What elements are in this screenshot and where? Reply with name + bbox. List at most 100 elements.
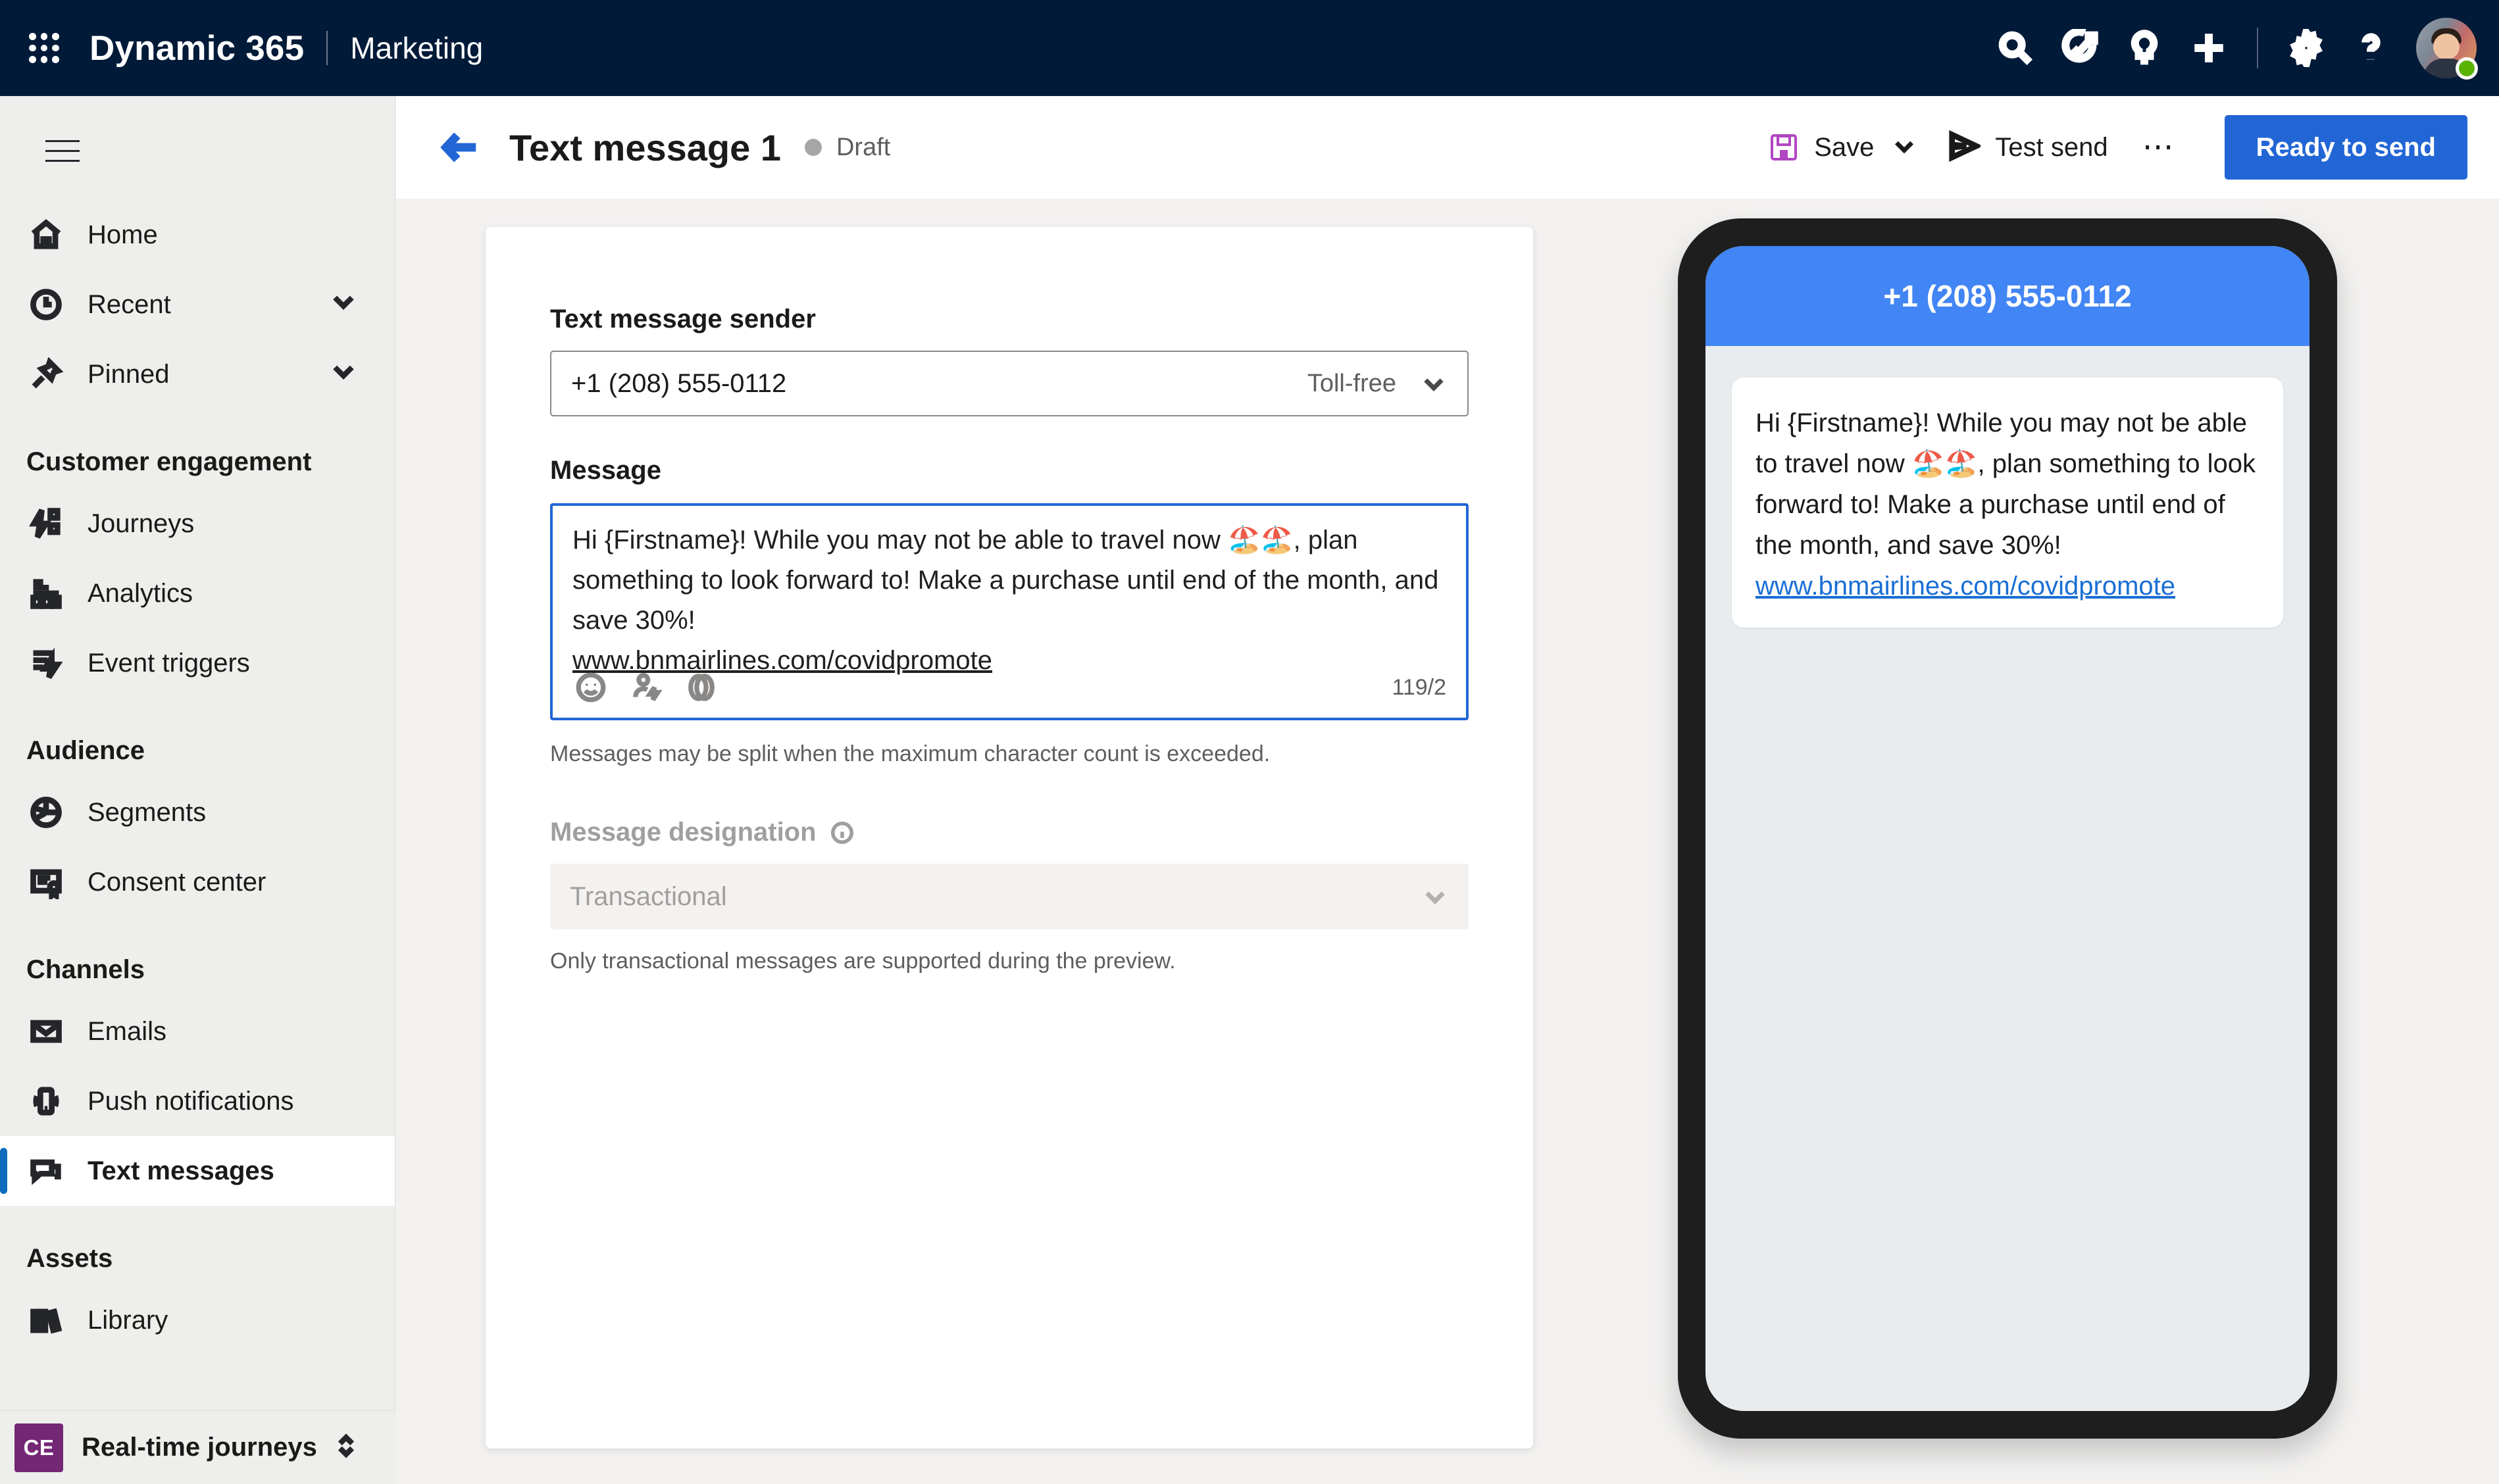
designation-value: Transactional (570, 882, 727, 912)
preview-message-bubble: Hi {Firstname}! While you may not be abl… (1732, 378, 2283, 628)
ce-badge: CE (14, 1423, 63, 1472)
sidebar-item-consent-center[interactable]: Consent center (0, 847, 395, 917)
sidebar-item-label: Event triggers (88, 649, 250, 678)
sidebar-top-items: Home Recent Pinned (0, 200, 395, 409)
message-designation-select: Transactional (550, 864, 1469, 929)
sidebar-toggle-hamburger-icon[interactable] (26, 114, 99, 187)
chevron-down-icon[interactable] (329, 287, 358, 322)
sidebar-item-label: Emails (88, 1017, 166, 1047)
send-plane-icon (1946, 129, 1981, 166)
sidebar-item-label: Recent (88, 290, 171, 320)
sidebar-item-push-notifications[interactable]: Push notifications (0, 1066, 395, 1136)
sidebar-item-emails[interactable]: Emails (0, 997, 395, 1066)
sidebar-item-label: Journeys (88, 509, 194, 539)
gear-icon[interactable] (2274, 16, 2338, 80)
top-nav-actions (1983, 16, 2499, 80)
presence-available-badge (2456, 57, 2478, 80)
link-shorten-icon[interactable] (683, 669, 720, 706)
envelope-icon (26, 1012, 66, 1051)
segments-pie-icon (26, 793, 66, 832)
designation-field-label-row: Message designation (550, 818, 855, 847)
app-launcher-waffle-icon[interactable] (24, 28, 64, 68)
sidebar-item-label: Consent center (88, 868, 266, 897)
sidebar-item-segments[interactable]: Segments (0, 778, 395, 847)
event-triggers-icon (26, 643, 66, 683)
insights-lightbulb-icon[interactable] (2112, 16, 2177, 80)
avatar[interactable] (2416, 18, 2477, 78)
content-area: Text message sender +1 (208) 555-0112 To… (396, 199, 2499, 1484)
ready-to-send-button[interactable]: Ready to send (2225, 115, 2467, 180)
sidebar-item-event-triggers[interactable]: Event triggers (0, 628, 395, 698)
sidebar-item-label: Library (88, 1306, 168, 1335)
preview-sender-number: +1 (208) 555-0112 (1705, 246, 2310, 346)
chevron-down-icon[interactable] (329, 357, 358, 392)
top-nav-divider (2257, 28, 2258, 68)
page-title: Text message 1 (509, 126, 781, 169)
message-split-hint: Messages may be split when the maximum c… (550, 741, 1270, 767)
sidebar-item-home[interactable]: Home (0, 200, 395, 270)
sidebar-item-label: Push notifications (88, 1087, 294, 1116)
journeys-icon (26, 504, 66, 543)
test-send-button[interactable]: Test send (1932, 116, 2122, 179)
chat-bubbles-icon (26, 1151, 66, 1191)
personalization-icon[interactable] (628, 669, 665, 706)
preview-conversation: Hi {Firstname}! While you may not be abl… (1705, 346, 2310, 628)
message-field-label: Message (550, 456, 661, 485)
search-icon[interactable] (1983, 16, 2048, 80)
sender-field-label: Text message sender (550, 305, 816, 334)
test-send-label: Test send (1995, 133, 2108, 162)
consent-certificate-icon (26, 862, 66, 902)
sidebar-item-recent[interactable]: Recent (0, 270, 395, 339)
app-name: Marketing (350, 30, 483, 66)
chevron-down-icon (1421, 883, 1449, 910)
chevron-down-icon[interactable] (1891, 133, 1917, 162)
quick-launch-icon[interactable] (2048, 16, 2112, 80)
sender-type-label: Toll-free (1307, 370, 1396, 398)
floppy-save-icon (1768, 132, 1800, 163)
preview-message-text: Hi {Firstname}! While you may not be abl… (1755, 403, 2259, 566)
sidebar-group-title-audience: Audience (0, 698, 395, 778)
pin-icon (26, 355, 66, 394)
info-icon[interactable] (830, 820, 855, 845)
overflow-menu-button[interactable]: ⋯ (2123, 141, 2197, 153)
sidebar-item-library[interactable]: Library (0, 1285, 395, 1355)
sidebar-item-text-messages[interactable]: Text messages (0, 1136, 395, 1206)
designation-field-label: Message designation (550, 818, 817, 847)
sidebar-group-title-customer-engagement: Customer engagement (0, 409, 395, 489)
up-down-chevron-icon[interactable] (332, 1431, 361, 1464)
designation-hint: Only transactional messages are supporte… (550, 949, 1176, 974)
sidebar-item-journeys[interactable]: Journeys (0, 489, 395, 558)
brand-name: Dynamic 365 (89, 28, 304, 68)
message-editor[interactable]: Hi {Firstname}! While you may not be abl… (550, 503, 1469, 720)
top-navigation-bar: Dynamic 365 Marketing (0, 0, 2499, 96)
status-badge: Draft (836, 134, 890, 162)
sender-value: +1 (208) 555-0112 (571, 369, 786, 399)
app-switcher-real-time-journeys[interactable]: CE Real-time journeys (0, 1410, 395, 1484)
status-dot (805, 139, 822, 156)
message-editor-toolbar: 119/2 (572, 669, 1446, 706)
preview-message-link[interactable]: www.bnmairlines.com/covidpromote (1755, 566, 2259, 606)
brand-divider (326, 31, 328, 65)
sidebar-item-label: Home (88, 220, 158, 250)
clock-icon (26, 285, 66, 324)
sidebar-item-analytics[interactable]: Analytics (0, 558, 395, 628)
message-body-text: Hi {Firstname}! While you may not be abl… (572, 520, 1446, 641)
home-icon (26, 215, 66, 255)
library-books-icon (26, 1300, 66, 1340)
sidebar-group-title-channels: Channels (0, 917, 395, 997)
back-arrow-icon[interactable] (434, 121, 487, 174)
chevron-down-icon[interactable] (1420, 370, 1448, 397)
text-message-form-card: Text message sender +1 (208) 555-0112 To… (486, 227, 1533, 1448)
plus-icon[interactable] (2177, 16, 2241, 80)
character-count: 119/2 (1392, 675, 1446, 701)
emoji-icon[interactable] (572, 669, 609, 706)
save-button[interactable]: Save (1754, 116, 1932, 179)
phone-preview: +1 (208) 555-0112 Hi {Firstname}! While … (1678, 218, 2337, 1439)
command-bar-actions: Save Test send ⋯ Ready to send (1754, 115, 2499, 180)
phone-screen: +1 (208) 555-0112 Hi {Firstname}! While … (1705, 246, 2310, 1411)
sidebar-item-label: Segments (88, 798, 206, 828)
sender-select[interactable]: +1 (208) 555-0112 Toll-free (550, 351, 1469, 416)
help-icon[interactable] (2338, 16, 2403, 80)
save-label: Save (1814, 133, 1874, 162)
sidebar-item-pinned[interactable]: Pinned (0, 339, 395, 409)
